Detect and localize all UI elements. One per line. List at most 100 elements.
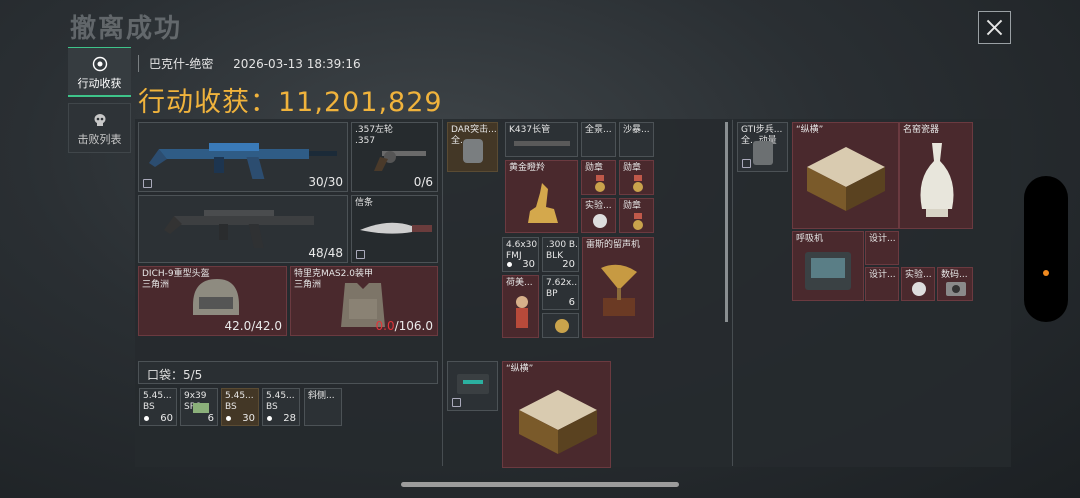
stack-count: 20 bbox=[562, 259, 575, 270]
insured-icon bbox=[143, 179, 152, 188]
item-name: 雷斯的留声机 bbox=[586, 240, 641, 250]
divider bbox=[442, 120, 443, 466]
backpack-item[interactable]: K437长管 bbox=[505, 122, 578, 157]
backpack-item[interactable]: 黄金瞪羚 bbox=[505, 160, 578, 233]
helmet-slot[interactable]: DICH-9重型头盔 三角洲 42.0/42.0 bbox=[138, 266, 287, 336]
tab-operation-haul[interactable]: 行动收获 bbox=[68, 47, 131, 97]
secure-item[interactable]: “纵横” bbox=[502, 361, 611, 468]
haul-label: 行动收获： bbox=[138, 87, 278, 118]
backpack-slot[interactable]: DAR突击... 全... bbox=[447, 122, 498, 172]
stack-count: 28 bbox=[283, 413, 296, 424]
home-indicator[interactable] bbox=[401, 482, 679, 487]
item-name: 名窑瓷器 bbox=[903, 125, 940, 135]
knife-icon bbox=[360, 222, 432, 234]
stack-count: 30 bbox=[242, 413, 255, 424]
backpack-item[interactable]: 全景... bbox=[581, 122, 616, 157]
backpack-item[interactable]: 勋章 bbox=[581, 160, 616, 195]
close-button[interactable] bbox=[978, 11, 1011, 44]
backpack-item[interactable]: 7.62x... BP 6 bbox=[542, 275, 579, 310]
armor-slot[interactable]: 特里克MAS2.0装甲 三角洲 0.0/106.0 bbox=[290, 266, 438, 336]
backpack-scrollbar[interactable] bbox=[725, 122, 728, 322]
backpack-item[interactable]: 实验... bbox=[581, 198, 616, 233]
stack-count: 30 bbox=[522, 259, 535, 270]
storage-item[interactable]: 设计... bbox=[865, 267, 899, 301]
item-name: “纵横” bbox=[506, 364, 534, 374]
barrel-icon bbox=[514, 141, 570, 146]
pocket-item[interactable]: 5.45... BS 30 bbox=[221, 388, 259, 426]
backpack-icon bbox=[463, 139, 483, 163]
armor-current: 0.0 bbox=[375, 319, 395, 333]
target-icon bbox=[92, 56, 107, 72]
gauge-icon bbox=[593, 214, 607, 228]
item-name: 设计... bbox=[869, 270, 896, 280]
backpack-item[interactable]: 勋章 bbox=[619, 198, 654, 233]
divider bbox=[732, 120, 733, 466]
item-name: 勋章 bbox=[585, 163, 604, 173]
item-name: .357左轮 .357 bbox=[355, 125, 394, 146]
extraction-success-title: 撤离成功 bbox=[70, 14, 183, 44]
skull-icon bbox=[94, 114, 105, 126]
backpack-item[interactable]: 勋章 bbox=[619, 160, 654, 195]
item-name: 数码... bbox=[941, 270, 968, 280]
item-name: 设计... bbox=[869, 234, 896, 244]
secondary-weapon-slot[interactable]: 48/48 bbox=[138, 195, 348, 263]
tab-label: 行动收获 bbox=[77, 77, 122, 90]
stack-count: 6 bbox=[207, 413, 214, 424]
item-name: 信条 bbox=[355, 198, 374, 208]
medal-icon bbox=[595, 175, 605, 192]
tab-kill-list[interactable]: 击败列表 bbox=[68, 103, 131, 153]
item-name: 勋章 bbox=[623, 163, 642, 173]
backpack-item[interactable]: 雷斯的留声机 bbox=[582, 237, 654, 338]
haul-total: 行动收获：11,201,829 bbox=[138, 80, 443, 119]
storage-item[interactable]: 实验... bbox=[901, 267, 935, 301]
side-panel-handle[interactable] bbox=[1024, 176, 1068, 322]
pocket-header: 口袋：5/5 bbox=[138, 361, 438, 384]
pocket-item[interactable]: 9x39 SP6 6 bbox=[180, 388, 218, 426]
item-name: 5.45... BS bbox=[143, 391, 172, 412]
ammo-dot bbox=[267, 416, 272, 421]
backpack-item[interactable]: 4.6x30 FMJ 30 bbox=[502, 237, 539, 272]
item-name: 沙暴... bbox=[623, 125, 650, 135]
item-name: 实验... bbox=[585, 201, 612, 211]
melee-slot[interactable]: 信条 bbox=[351, 195, 438, 263]
sidearm-slot[interactable]: .357左轮 .357 0/6 bbox=[351, 122, 438, 192]
haul-value: 11,201,829 bbox=[278, 87, 443, 118]
ammo-count: 48/48 bbox=[308, 246, 343, 260]
chess-set-icon bbox=[519, 390, 597, 454]
gauge-icon bbox=[912, 282, 926, 296]
secure-container-slot[interactable] bbox=[447, 361, 498, 411]
item-name: 5.45... BS bbox=[225, 391, 254, 412]
storage-item[interactable]: 名窑瓷器 bbox=[899, 122, 973, 229]
ammo-box-icon bbox=[193, 403, 209, 413]
vest-icon bbox=[753, 141, 773, 165]
armor-max: /106.0 bbox=[394, 319, 433, 333]
medal-icon bbox=[633, 175, 643, 192]
backpack-item[interactable]: .300 B... BLK 20 bbox=[542, 237, 579, 272]
ammo-count: 0/6 bbox=[413, 175, 433, 189]
pocket-label: 口袋：5/5 bbox=[147, 368, 203, 382]
item-name: 斜侧... bbox=[308, 391, 335, 401]
backpack-item[interactable]: 沙暴... bbox=[619, 122, 654, 157]
item-name: 全景... bbox=[585, 125, 612, 135]
camera-icon bbox=[946, 282, 966, 296]
indicator-dot bbox=[1043, 270, 1049, 276]
golden-gazelle-icon bbox=[528, 183, 558, 223]
storage-item[interactable]: “纵横” bbox=[792, 122, 899, 229]
storage-slot[interactable]: GTI步兵... 全...动量 bbox=[737, 122, 788, 172]
item-name: 呼吸机 bbox=[796, 234, 824, 244]
insured-icon bbox=[742, 159, 751, 168]
pocket-item[interactable]: 斜侧... bbox=[304, 388, 342, 426]
stack-count: 60 bbox=[160, 413, 173, 424]
pocket-item[interactable]: 5.45... BS 28 bbox=[262, 388, 300, 426]
pocket-item[interactable]: 5.45... BS 60 bbox=[139, 388, 177, 426]
primary-weapon-slot[interactable]: 30/30 bbox=[138, 122, 348, 192]
figurine-icon bbox=[516, 296, 528, 328]
storage-item[interactable]: 设计... bbox=[865, 231, 899, 265]
insured-icon bbox=[452, 398, 461, 407]
backpack-item[interactable]: 荷美... bbox=[502, 275, 539, 338]
respirator-icon bbox=[805, 252, 851, 290]
storage-item[interactable]: 呼吸机 bbox=[792, 231, 864, 301]
backpack-item[interactable] bbox=[542, 313, 579, 338]
storage-item[interactable]: 数码... bbox=[937, 267, 973, 301]
ammo-dot bbox=[507, 262, 512, 267]
